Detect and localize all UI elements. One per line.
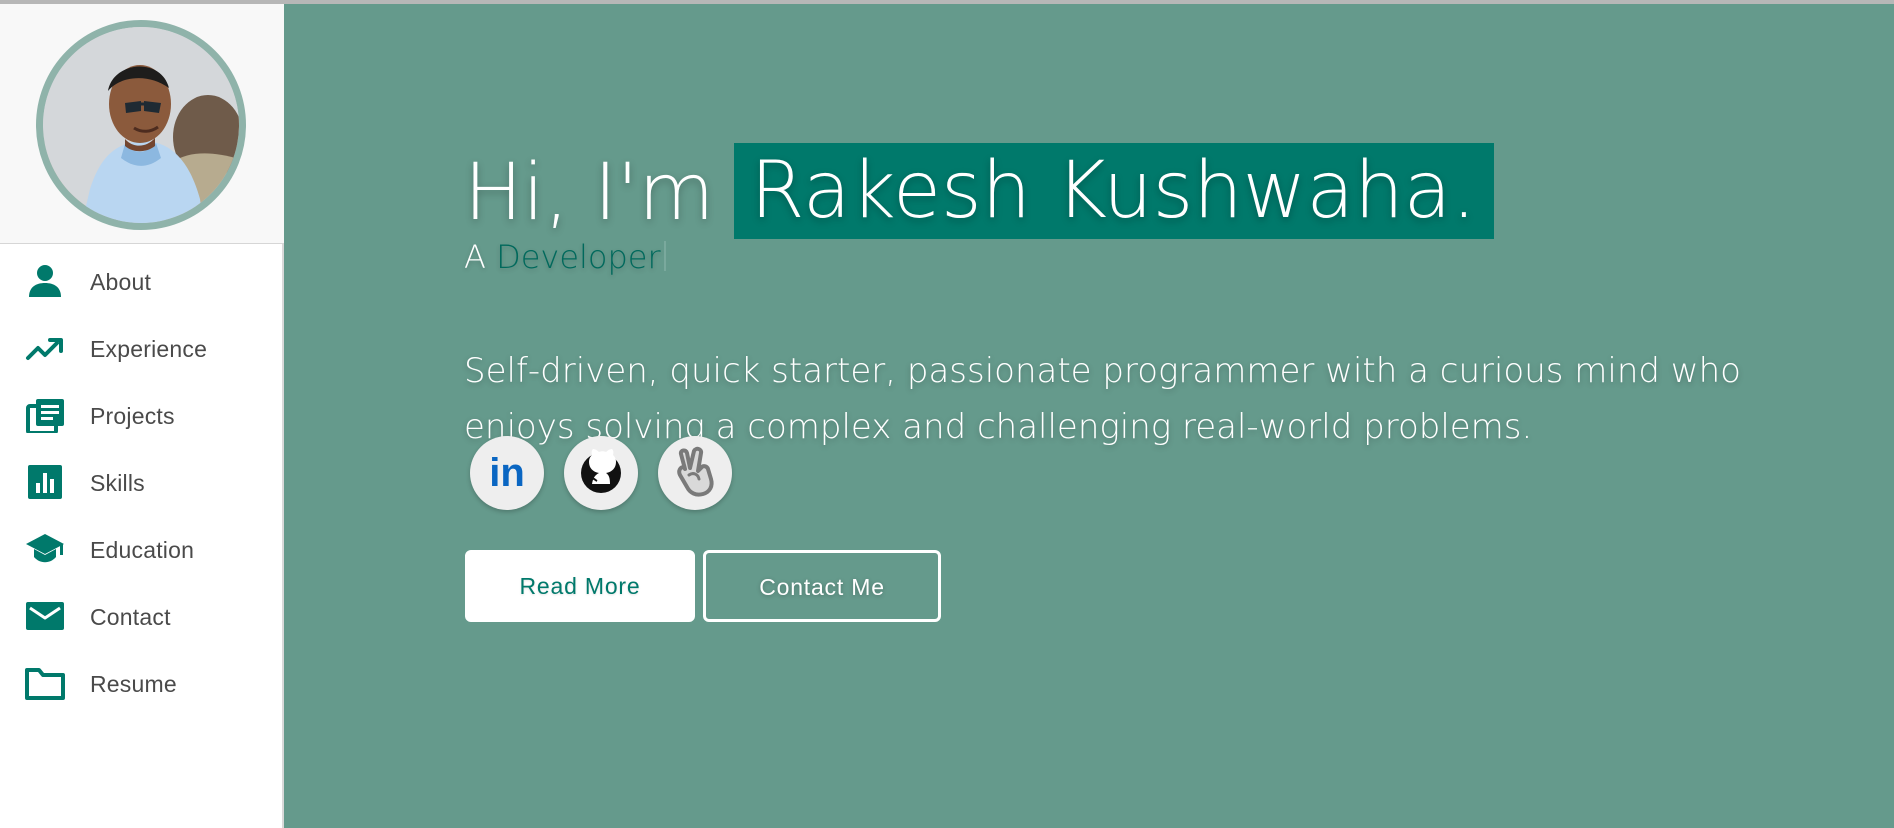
sidebar-item-label: Education	[90, 537, 195, 563]
github-link[interactable]	[564, 436, 638, 510]
window-top-border	[0, 0, 1894, 4]
linkedin-link[interactable]: in	[470, 436, 544, 510]
victory-hand-icon	[677, 446, 714, 497]
avatar	[36, 20, 246, 230]
profile-header	[0, 4, 284, 244]
library-books-icon	[24, 397, 66, 433]
sidebar-item-skills[interactable]: Skills	[0, 448, 284, 515]
contact-me-button[interactable]: Contact Me	[703, 550, 941, 622]
sidebar: About Experience Projects Skills Educati…	[0, 4, 284, 828]
sidebar-item-projects[interactable]: Projects	[0, 381, 284, 448]
hero-subtitle: A Developer	[464, 238, 666, 276]
victory-hand-link[interactable]	[658, 436, 732, 510]
portfolio-page: About Experience Projects Skills Educati…	[0, 0, 1894, 828]
sidebar-item-label: Resume	[90, 671, 177, 697]
subtitle-prefix: A	[464, 238, 486, 276]
hero-name: Rakesh Kushwaha.	[734, 143, 1495, 240]
sidebar-item-contact[interactable]: Contact	[0, 582, 284, 649]
hero-greeting: Hi, I'm	[464, 148, 715, 239]
read-more-button[interactable]: Read More	[465, 550, 695, 622]
bar-chart-icon	[24, 464, 66, 500]
linkedin-icon-text: in	[489, 451, 525, 495]
typing-cursor	[663, 241, 666, 271]
sidebar-item-label: About	[90, 269, 152, 295]
typing-role: Developer	[496, 238, 661, 276]
graduation-cap-icon	[24, 531, 66, 567]
sidebar-item-about[interactable]: About	[0, 247, 284, 314]
folder-icon	[24, 665, 66, 701]
person-icon	[24, 263, 66, 299]
mail-icon	[24, 598, 66, 634]
sidebar-item-experience[interactable]: Experience	[0, 314, 284, 381]
sidebar-item-education[interactable]: Education	[0, 515, 284, 582]
sidebar-item-resume[interactable]: Resume	[0, 649, 284, 716]
sidebar-item-label: Experience	[90, 336, 208, 362]
sidebar-item-label: Skills	[90, 470, 145, 496]
linkedin-icon: in	[489, 451, 525, 495]
sidebar-item-label: Contact	[90, 604, 171, 630]
trending-up-icon	[24, 330, 66, 366]
github-icon	[581, 449, 621, 493]
sidebar-item-label: Projects	[90, 403, 175, 429]
hero-section: Hi, I'm Rakesh Kushwaha. A Developer Self…	[284, 4, 1894, 828]
hero-title: Hi, I'm Rakesh Kushwaha.	[464, 143, 1495, 243]
